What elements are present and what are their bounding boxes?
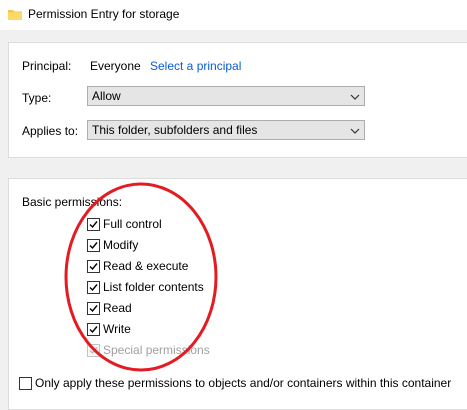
chevron-down-icon — [350, 91, 360, 105]
read-checkbox[interactable] — [87, 302, 100, 315]
modify-checkbox[interactable] — [87, 239, 100, 252]
type-dropdown[interactable]: Allow — [87, 86, 365, 106]
modify-label: Modify — [103, 238, 139, 252]
list-folder-contents-checkbox[interactable] — [87, 281, 100, 294]
applies-to-dropdown-value: This folder, subfolders and files — [92, 123, 258, 137]
apply-only-checkbox[interactable] — [19, 377, 32, 390]
read-execute-checkbox[interactable] — [87, 260, 100, 273]
full-control-checkbox[interactable] — [87, 218, 100, 231]
folder-icon — [8, 9, 22, 23]
list-folder-contents-label: List folder contents — [103, 280, 204, 294]
special-permissions-label: Special permissions — [103, 343, 210, 357]
window-title: Permission Entry for storage — [28, 7, 180, 21]
title-bar: Permission Entry for storage — [0, 0, 467, 30]
type-label: Type: — [22, 91, 52, 105]
type-dropdown-value: Allow — [92, 89, 121, 103]
applies-to-label: Applies to: — [22, 124, 79, 138]
full-control-label: Full control — [103, 217, 162, 231]
special-permissions-checkbox — [87, 344, 100, 357]
applies-to-dropdown[interactable]: This folder, subfolders and files — [87, 120, 365, 140]
write-label: Write — [103, 322, 131, 336]
basic-permissions-label: Basic permissions: — [22, 195, 123, 209]
principal-label: Principal: — [22, 59, 72, 73]
principal-value: Everyone — [90, 59, 141, 73]
chevron-down-icon — [350, 125, 360, 139]
apply-only-label: Only apply these permissions to objects … — [35, 376, 452, 390]
select-principal-link[interactable]: Select a principal — [150, 59, 241, 73]
read-label: Read — [103, 301, 132, 315]
write-checkbox[interactable] — [87, 323, 100, 336]
read-execute-label: Read & execute — [103, 259, 189, 273]
